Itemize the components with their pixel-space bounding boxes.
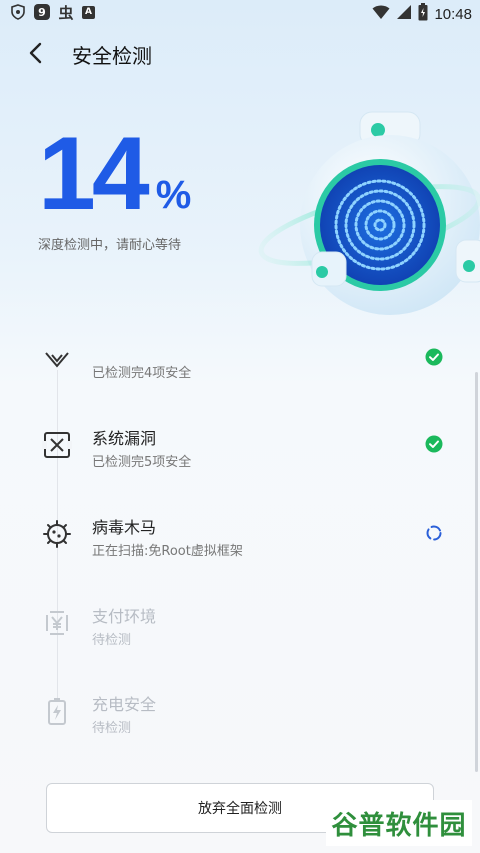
circle-9-icon: 9: [34, 4, 50, 20]
check-circle-icon: [425, 435, 443, 453]
shield-heart-icon: [10, 4, 26, 20]
battery-charge-icon: [48, 698, 66, 725]
item-name: 病毒木马: [92, 518, 157, 537]
chevron-left-icon: [29, 42, 42, 64]
check-item-charging: 充电安全 待检测: [0, 684, 480, 754]
system-scan-icon: [42, 432, 72, 458]
item-status: 已检测完4项安全: [92, 366, 192, 381]
item-name: 充电安全: [92, 695, 157, 714]
watermark-logo: 谷普软件园: [326, 800, 472, 846]
scanner-robot-illustration: [250, 100, 480, 320]
item-name: 支付环境: [92, 607, 157, 626]
loading-spinner-icon: [426, 525, 442, 541]
item-status: 正在扫描:免Root虚拟框架: [92, 544, 243, 559]
status-bar: 9 虫 A 10:48: [0, 0, 480, 26]
bug-icon: 虫: [58, 3, 74, 22]
progress-percent-sign: %: [155, 173, 192, 217]
watermark-text: 谷普软件园: [331, 810, 467, 841]
scrollbar[interactable]: [475, 372, 478, 772]
check-item-system-vuln: 系统漏洞 已检测完5项安全: [0, 418, 480, 488]
wifi-icon: [372, 4, 390, 24]
app-header: 安全检测: [0, 30, 480, 76]
a-box-icon: A: [82, 5, 95, 19]
progress-readout: 14 %: [38, 116, 192, 232]
progress-subtitle: 深度检测中，请耐心等待: [38, 238, 182, 253]
check-circle-icon: [425, 348, 443, 366]
signal-icon: [396, 4, 412, 24]
clock: 10:48: [434, 5, 472, 23]
item-status: 待检测: [92, 633, 132, 648]
check-item-virus: 病毒木马 正在扫描:免Root虚拟框架: [0, 507, 480, 577]
check-item-network: 已检测完4项安全: [0, 342, 480, 412]
status-left-icons: 9 虫 A: [10, 3, 95, 22]
page-title: 安全检测: [72, 44, 152, 68]
status-right-icons: 10:48: [372, 3, 472, 25]
battery-icon: [418, 3, 428, 25]
back-button[interactable]: [22, 38, 52, 68]
check-item-payment: 支付环境 待检测: [0, 596, 480, 666]
item-status: 待检测: [92, 721, 132, 736]
payment-icon: [46, 611, 68, 635]
wifi-check-icon: [45, 352, 69, 368]
item-name: 系统漏洞: [92, 429, 157, 448]
progress-value: 14: [38, 116, 150, 232]
virus-icon: [43, 520, 71, 548]
item-status: 已检测完5项安全: [92, 455, 192, 470]
